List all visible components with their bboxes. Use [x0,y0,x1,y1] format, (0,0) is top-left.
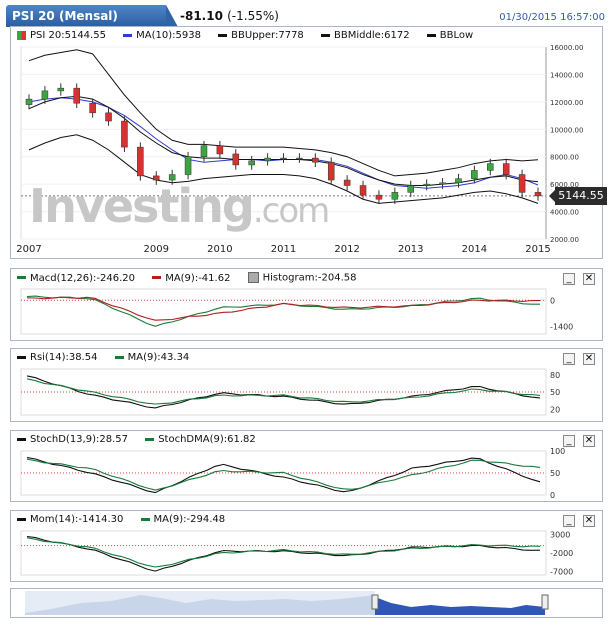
macd-panel[interactable]: Macd(12,26):-246.20 MA(9):-41.62 Histogr… [10,268,603,341]
candle-body [200,145,208,157]
candle-body [471,170,478,179]
y-tick-label: 14000.00 [550,71,583,79]
candle-body [184,156,192,175]
current-price-badge: 5144.55 [549,187,607,205]
x-tick-label: 2009 [144,244,169,255]
momentum-panel[interactable]: Mom(14):-1414.30 MA(9):-294.48 _ ✕ 3000-… [10,510,603,582]
y-tick-label: 16000.00 [550,44,583,52]
x-tick-label: 2015 [525,244,550,255]
candle-body [41,90,49,100]
candle-body [121,120,128,148]
range-navigator[interactable] [10,588,603,618]
candle-body [264,157,271,162]
candle-body [407,185,414,193]
candle-body [487,163,494,171]
candle-body [296,157,303,160]
plot-area [20,288,547,335]
y-tick-label: 2000.00 [550,236,579,244]
candle-body [216,145,224,155]
y-tick-label: -2000 [550,549,573,558]
navigator-left-handle[interactable] [371,594,379,610]
x-tick-label: 2014 [462,244,487,255]
change-value: -81.10 [180,9,223,23]
stoch-panel[interactable]: StochD(13,9):28.57 StochDMA(9):61.82 _ ✕… [10,430,603,502]
candle-body [391,192,399,200]
candle-body [534,192,542,197]
y-tick-label: 50 [550,388,560,397]
candle-body [312,157,319,163]
price-change: -81.10 (-1.55%) [180,9,279,23]
rsi-panel[interactable]: Rsi(14):38.54 MA(9):43.34 _ ✕ 80 50 20 [10,348,603,422]
y-tick-label: 20 [550,405,560,414]
y-tick-label: 100 [550,447,565,456]
chart-title-tab[interactable]: PSI 20 (Mensal) [6,5,178,27]
candle-body [57,87,65,92]
candle-body [359,185,367,196]
candle-body [248,160,255,166]
y-tick-label: 0 [550,296,555,305]
y-tick-label: 3000 [550,531,570,540]
x-tick-label: 2012 [334,244,359,255]
y-tick-label: 12000.00 [550,99,583,107]
candle-body [25,98,33,105]
y-tick-label: 8000.00 [550,154,579,162]
x-tick-label: 2011 [271,244,296,255]
chart-header: PSI 20 (Mensal) -81.10 (-1.55%) 01/30/20… [0,0,613,27]
y-tick-label: 0 [550,491,555,500]
y-tick-label: -7000 [550,567,573,576]
candle-body [327,161,335,181]
change-percent: (-1.55%) [227,9,279,23]
watermark-suffix: .com [252,191,330,231]
candle-body [232,153,240,166]
candle-body [502,163,510,175]
candle-body [455,178,462,184]
candle-body [375,194,383,200]
momentum-chart-svg: 3000 -2000 -7000 [20,530,573,576]
y-tick-label: 4000.00 [550,209,579,217]
candle-body [105,112,112,122]
candle-body [89,102,96,114]
candle-body [73,87,80,104]
candle-body [280,157,287,160]
navigator-svg[interactable] [11,589,602,617]
main-chart-panel[interactable]: PSI 20:5144.55 MA(10):5938 BBUpper:7778 … [10,26,603,259]
watermark-text: Investing [29,179,255,233]
y-tick-label: 50 [550,469,560,478]
candle-body [518,174,526,193]
y-tick-label: 10000.00 [550,126,583,134]
navigator-right-handle[interactable] [541,594,549,610]
x-tick-label: 2010 [207,244,232,255]
candle-body [439,182,446,185]
candle-body [343,179,351,186]
macd-chart-svg: 0 -1400 [20,288,573,335]
candle-body [423,183,430,186]
candle-body [137,146,144,177]
quote-datetime: 01/30/2015 16:57:00 [499,12,605,23]
x-tick-label: 2013 [398,244,423,255]
investing-watermark: Investing.com [29,179,330,233]
stoch-chart-svg: 100 50 0 [20,447,565,500]
x-tick-label: 2007 [16,244,41,255]
plot-area [20,530,547,576]
y-tick-label: -1400 [550,323,573,332]
y-tick-label: 80 [550,371,560,380]
rsi-chart-svg: 80 50 20 [20,368,560,416]
